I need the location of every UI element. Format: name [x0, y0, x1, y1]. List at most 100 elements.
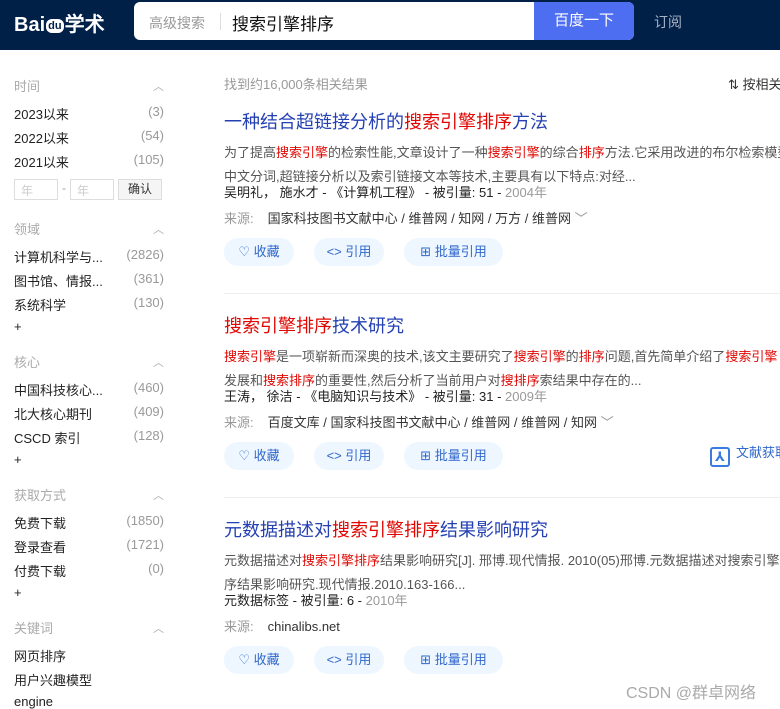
filter-item[interactable]: 2021以来 (105)	[14, 152, 164, 171]
cite-button[interactable]: <> 引用	[314, 238, 384, 266]
authors[interactable]: 元数据标签	[224, 593, 289, 608]
highlight-text: 排序	[578, 349, 605, 364]
section-title: 关键词	[14, 621, 54, 636]
text-segment: 方法.它采用改进的布尔检索模型	[604, 145, 780, 160]
divider	[220, 13, 221, 30]
baidu-scholar-logo[interactable]: Bai du 学术	[14, 8, 105, 37]
expand-more-button[interactable]: +	[14, 319, 22, 334]
filter-label: 计算机科学与...	[14, 250, 103, 265]
favorite-button[interactable]: ♡ 收藏	[224, 442, 294, 470]
authors[interactable]: 吴明礼， 施水才	[224, 185, 319, 200]
chevron-up-icon[interactable]: ︿	[153, 620, 164, 636]
filter-item[interactable]: 中国科技核心... (460)	[14, 380, 164, 399]
filter-count: (105)	[133, 152, 164, 167]
text-segment: 元数据描述对	[224, 553, 303, 568]
cite-count: 31	[479, 389, 494, 404]
chevron-up-icon[interactable]: ︿	[153, 487, 164, 503]
filter-label: 中国科技核心...	[14, 383, 103, 398]
filter-item[interactable]: 免费下载 (1850)	[14, 513, 164, 532]
source-links[interactable]: 百度文库 / 国家科技图书文献中心 / 维普网 / 维普网 / 知网	[268, 415, 597, 430]
chevron-down-icon[interactable]: ﹀	[601, 415, 614, 430]
sort-button[interactable]: ⇅ 按相关	[728, 74, 780, 93]
expand-more-button[interactable]: +	[14, 585, 22, 600]
text-segment: 一种结合超链接分析的	[224, 112, 404, 132]
advanced-search-link[interactable]: 高级搜索	[149, 13, 205, 33]
batch-cite-button[interactable]: ⊞ 批量引用	[404, 646, 503, 674]
filter-item[interactable]: 北大核心期刊 (409)	[14, 404, 164, 423]
filter-section-core[interactable]: 核心 ︿	[14, 352, 164, 371]
button-label: 文献获取	[736, 445, 780, 460]
sort-label: 按相关	[742, 77, 780, 92]
result-title-link[interactable]: 一种结合超链接分析的搜索引擎排序方法	[224, 108, 548, 134]
cite-label: 被引量:	[432, 389, 476, 404]
filter-item[interactable]: 系统科学 (130)	[14, 295, 164, 314]
filter-label: 付费下载	[14, 564, 67, 579]
filter-count: (1721)	[126, 537, 164, 552]
highlight-text: 搜索引擎	[487, 145, 540, 160]
text-segment: 是一项崭新而深奥的技术,该文主要研究了	[276, 349, 514, 364]
search-button[interactable]: 百度一下	[534, 2, 634, 40]
favorite-button[interactable]: ♡ 收藏	[224, 238, 294, 266]
result-title-link[interactable]: 搜索引擎排序技术研究	[224, 312, 404, 338]
highlight-text: 搜索引擎	[276, 145, 329, 160]
keyword-item[interactable]: 用户兴趣模型	[14, 670, 164, 689]
filter-item[interactable]: 计算机科学与... (2826)	[14, 247, 164, 266]
section-title: 时间	[14, 79, 41, 94]
filter-section-field[interactable]: 领域 ︿	[14, 219, 164, 238]
highlight-text: 搜索引擎排序	[302, 553, 381, 568]
filter-label: 图书馆、情报...	[14, 274, 103, 289]
filter-item[interactable]: 2023以来 (3)	[14, 104, 164, 123]
cite-button[interactable]: <> 引用	[314, 646, 384, 674]
year: 2009年	[505, 389, 547, 404]
highlight-text: 搜索引擎	[513, 349, 566, 364]
favorite-button[interactable]: ♡ 收藏	[224, 646, 294, 674]
text-segment: 问题,首先简单介绍了	[604, 349, 726, 364]
subscribe-link[interactable]: 订阅	[654, 12, 682, 32]
search-input[interactable]: 搜索引擎排序	[232, 10, 334, 35]
button-label: 引用	[345, 652, 372, 667]
chevron-up-icon[interactable]: ︿	[153, 221, 164, 237]
code-icon: <>	[326, 244, 346, 259]
authors[interactable]: 王涛， 徐洁	[224, 389, 293, 404]
cite-label: 被引量:	[432, 185, 476, 200]
batch-cite-button[interactable]: ⊞ 批量引用	[404, 238, 503, 266]
filter-section-keywords[interactable]: 关键词 ︿	[14, 618, 164, 637]
result-sources: 来源: 国家科技图书文献中心 / 维普网 / 知网 / 万方 / 维普网 ﹀	[224, 208, 588, 227]
cite-button[interactable]: <> 引用	[314, 442, 384, 470]
year-from-input[interactable]: 年	[14, 179, 58, 200]
filter-section-time[interactable]: 时间 ︿	[14, 76, 164, 95]
chevron-up-icon[interactable]: ︿	[153, 78, 164, 94]
text-segment: 元数据描述对	[224, 520, 332, 540]
filter-item[interactable]: CSCD 索引 (128)	[14, 428, 164, 447]
result-meta: 吴明礼， 施水才 - 《计算机工程》 - 被引量: 51 - 2004年	[224, 185, 547, 200]
get-document-button[interactable]: ⅄ 文献获取	[710, 442, 780, 467]
highlight-text: 搜索引擎	[224, 349, 277, 364]
batch-cite-button[interactable]: ⊞ 批量引用	[404, 442, 503, 470]
highlight-text: 搜索引擎排序	[224, 316, 332, 336]
source-links[interactable]: 国家科技图书文献中心 / 维普网 / 知网 / 万方 / 维普网	[268, 211, 571, 226]
journal[interactable]: 《计算机工程》	[330, 185, 421, 200]
filter-item[interactable]: 登录查看 (1721)	[14, 537, 164, 556]
source-links[interactable]: chinalibs.net	[268, 619, 340, 634]
text-segment: 方法	[512, 112, 548, 132]
filter-item[interactable]: 2022以来 (54)	[14, 128, 164, 147]
result-meta: 王涛， 徐洁 - 《电脑知识与技术》 - 被引量: 31 - 2009年	[224, 389, 547, 404]
expand-more-button[interactable]: +	[14, 452, 22, 467]
button-label: 批量引用	[434, 448, 487, 463]
year-to-input[interactable]: 年	[70, 179, 114, 200]
result-sources: 来源: chinalibs.net	[224, 616, 340, 635]
confirm-button[interactable]: 确认	[118, 179, 162, 200]
keyword-item[interactable]: 网页排序	[14, 646, 164, 665]
journal[interactable]: 《电脑知识与技术》	[304, 389, 421, 404]
filter-count: (130)	[133, 295, 164, 310]
chevron-down-icon[interactable]: ﹀	[575, 211, 588, 226]
filter-item[interactable]: 图书馆、情报... (361)	[14, 271, 164, 290]
year: 2010年	[365, 593, 408, 608]
chevron-up-icon[interactable]: ︿	[153, 354, 164, 370]
filter-item[interactable]: 付费下载 (0)	[14, 561, 164, 580]
result-title-link[interactable]: 元数据描述对搜索引擎排序结果影响研究	[224, 516, 548, 542]
folder-plus-icon: ⊞	[420, 244, 435, 259]
button-label: 批量引用	[434, 244, 487, 259]
filter-section-access[interactable]: 获取方式 ︿	[14, 485, 164, 504]
result-meta: 元数据标签 - 被引量: 6 - 2010年	[224, 593, 408, 608]
